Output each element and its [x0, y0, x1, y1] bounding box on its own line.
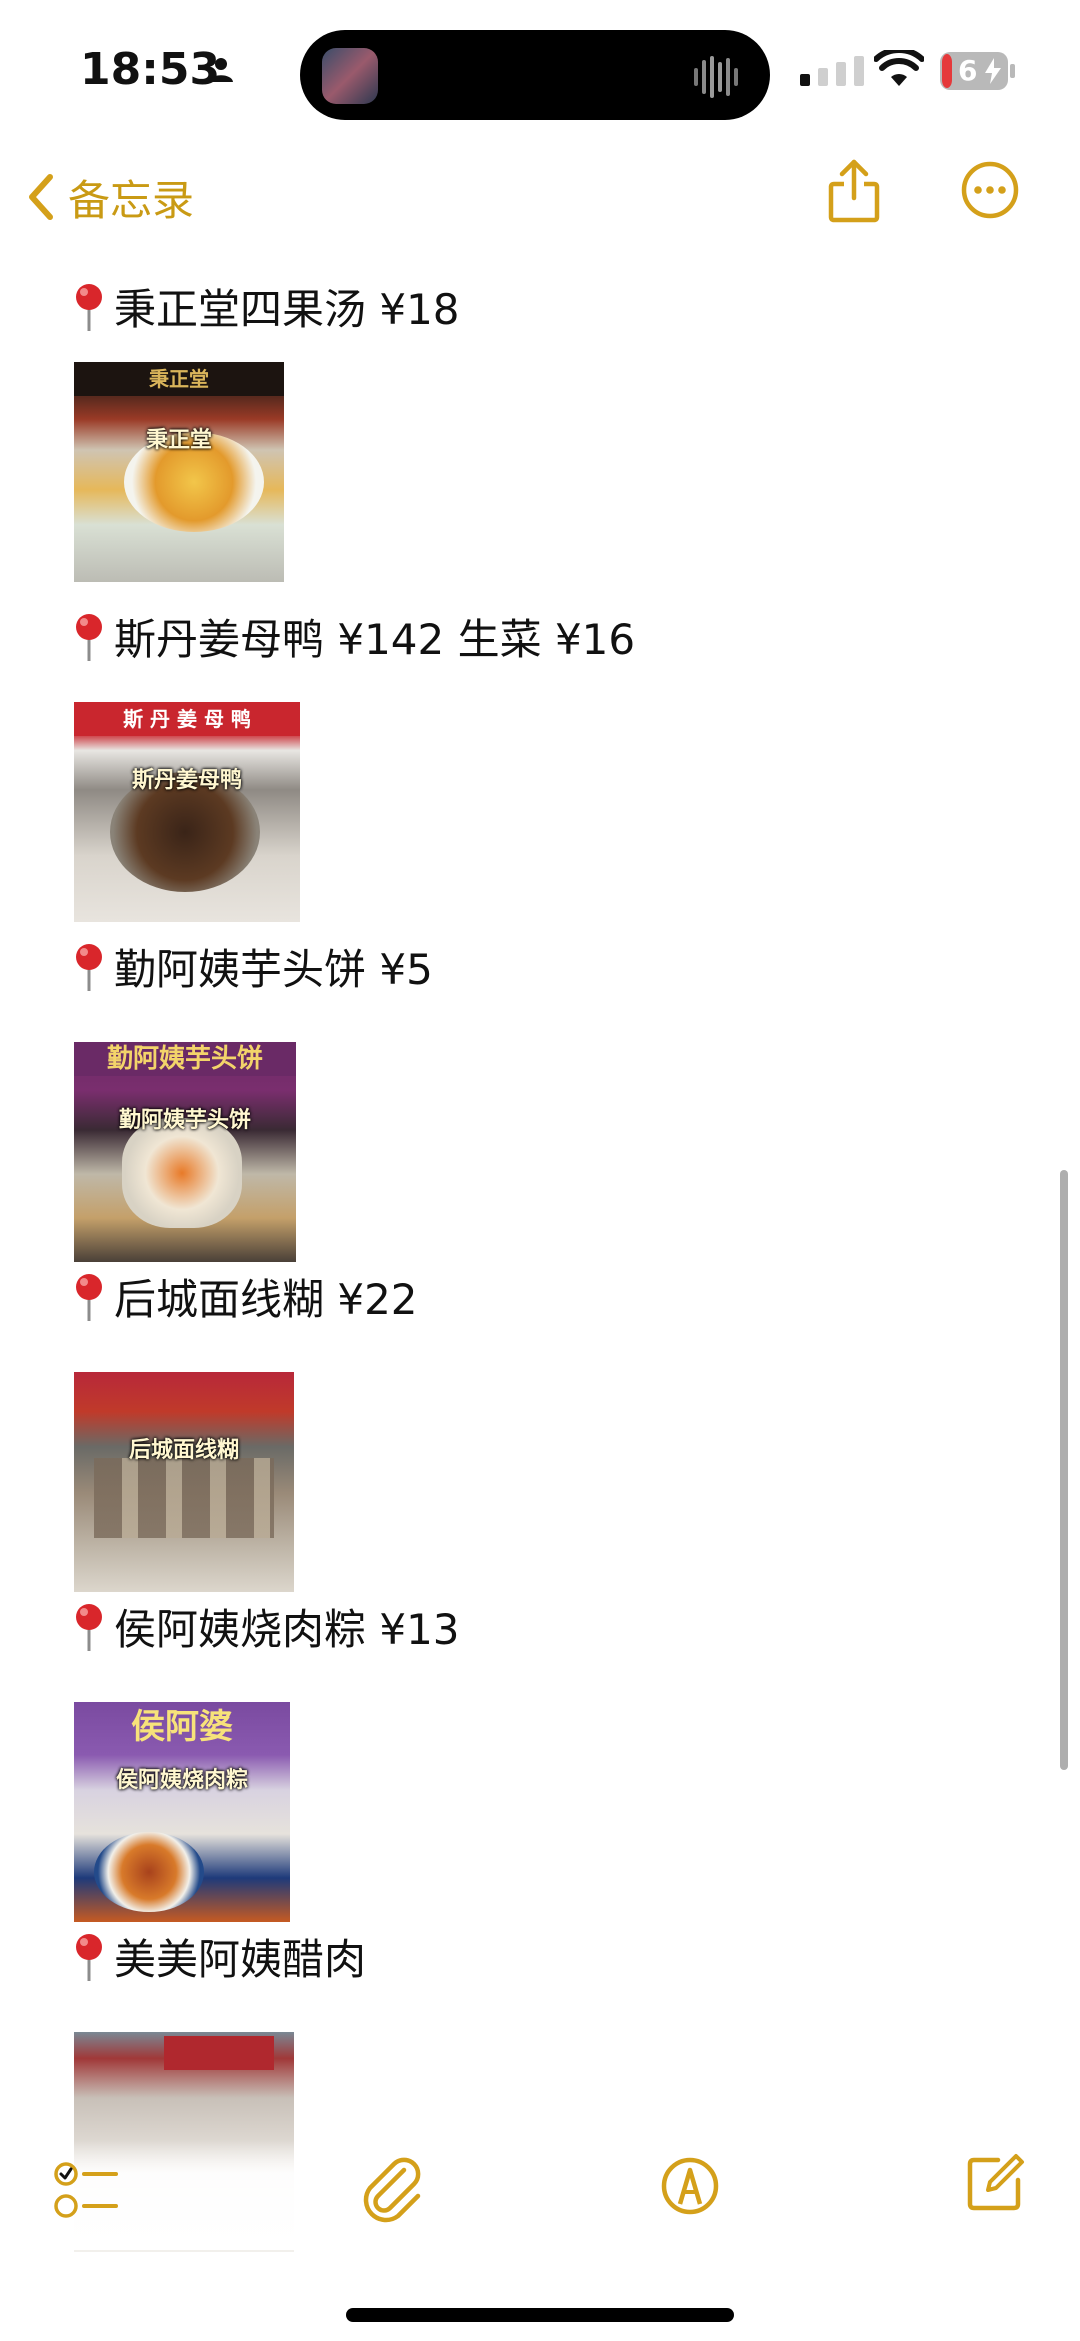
image-caption: 后城面线糊: [128, 1438, 239, 1463]
image-attachment[interactable]: 侯阿婆 侯阿姨烧肉粽: [74, 1702, 290, 1922]
status-bar: 18:53 6: [0, 0, 1080, 150]
round-pushpin-icon: [76, 1274, 102, 1321]
image-caption: 斯丹姜母鸭: [131, 768, 242, 793]
entry-title-text: 秉正堂四果汤 ¥18: [114, 284, 460, 334]
entry-title-text: 勤阿姨芋头饼 ¥5: [114, 944, 433, 994]
compose-icon: [967, 2154, 1024, 2211]
round-pushpin-icon: [76, 614, 102, 661]
entry-title-text: 斯丹姜母鸭 ¥142 生菜 ¥16: [114, 614, 636, 664]
food-trays: [94, 1458, 274, 1538]
entry-title-text: 后城面线糊 ¥22: [114, 1274, 418, 1324]
battery-icon: [940, 52, 1015, 90]
image-attachment[interactable]: 后城面线糊: [74, 1372, 294, 1592]
person-icon: [209, 58, 233, 82]
scroll-indicator[interactable]: [1060, 1170, 1068, 1770]
entry-title[interactable]: 侯阿姨烧肉粽 ¥13: [74, 1596, 460, 1656]
more-button[interactable]: [960, 160, 1020, 224]
shop-sign: 勤阿姨芋头饼: [74, 1042, 296, 1076]
checklist-icon: [54, 2162, 118, 2218]
shop-sign: 斯 丹 姜 母 鸭: [74, 702, 300, 736]
entry-title-text: 美美阿姨醋肉: [114, 1934, 367, 1984]
bottom-toolbar: [0, 2140, 1080, 2250]
chevron-left-icon: [29, 174, 53, 220]
image-caption: 秉正堂: [145, 428, 212, 453]
round-pushpin-icon: [76, 944, 102, 991]
entry-title[interactable]: 勤阿姨芋头饼 ¥5: [74, 936, 433, 996]
image-attachment[interactable]: 秉正堂 秉正堂: [74, 362, 284, 582]
image-attachment[interactable]: 勤阿姨芋头饼 勤阿姨芋头饼: [74, 1042, 296, 1262]
pen-circle-icon: [661, 2157, 719, 2215]
navigation-bar: 备忘录: [0, 150, 1080, 260]
shop-sign: 侯阿婆: [131, 1707, 233, 1747]
audio-waveform-icon: [694, 56, 738, 98]
back-label: 备忘录: [68, 175, 195, 225]
round-pushpin-icon: [76, 1604, 102, 1651]
entry-title[interactable]: 斯丹姜母鸭 ¥142 生菜 ¥16: [74, 606, 635, 666]
entry-title-text: 侯阿姨烧肉粽 ¥13: [114, 1604, 460, 1654]
image-caption: 勤阿姨芋头饼: [118, 1108, 251, 1133]
compose-button[interactable]: [964, 2152, 1026, 2218]
now-playing-artwork: [322, 48, 378, 104]
entry-title[interactable]: 美美阿姨醋肉: [74, 1926, 366, 1986]
zongzi-bowl: [94, 1832, 204, 1912]
image-caption: 侯阿姨烧肉粽: [115, 1768, 248, 1793]
share-icon: [828, 159, 880, 223]
entry-title[interactable]: 后城面线糊 ¥22: [74, 1266, 418, 1326]
back-button[interactable]: 备忘录: [28, 162, 194, 232]
entry-title[interactable]: 秉正堂四果汤 ¥18: [74, 276, 460, 336]
dynamic-island[interactable]: [300, 30, 770, 120]
image-attachment[interactable]: 斯 丹 姜 母 鸭 斯丹姜母鸭: [74, 702, 300, 922]
cellular-signal-icon: [800, 56, 864, 86]
battery-percent: 6: [958, 54, 978, 87]
checklist-button[interactable]: [54, 2160, 124, 2228]
round-pushpin-icon: [76, 284, 102, 331]
attach-button[interactable]: [360, 2154, 424, 2228]
paperclip-icon: [363, 2157, 421, 2223]
share-button[interactable]: [826, 158, 882, 228]
clock: 18:53: [80, 44, 221, 95]
taro-cake: [122, 1118, 242, 1228]
round-pushpin-icon: [76, 1934, 102, 1981]
wifi-icon: [874, 50, 924, 86]
shop-sign: 秉正堂: [74, 362, 284, 396]
more-circle-icon: [961, 161, 1019, 219]
shop-sign: [164, 2036, 274, 2070]
charging-bolt-icon: [985, 58, 1001, 84]
markup-button[interactable]: [660, 2156, 720, 2220]
home-indicator[interactable]: [346, 2308, 734, 2322]
